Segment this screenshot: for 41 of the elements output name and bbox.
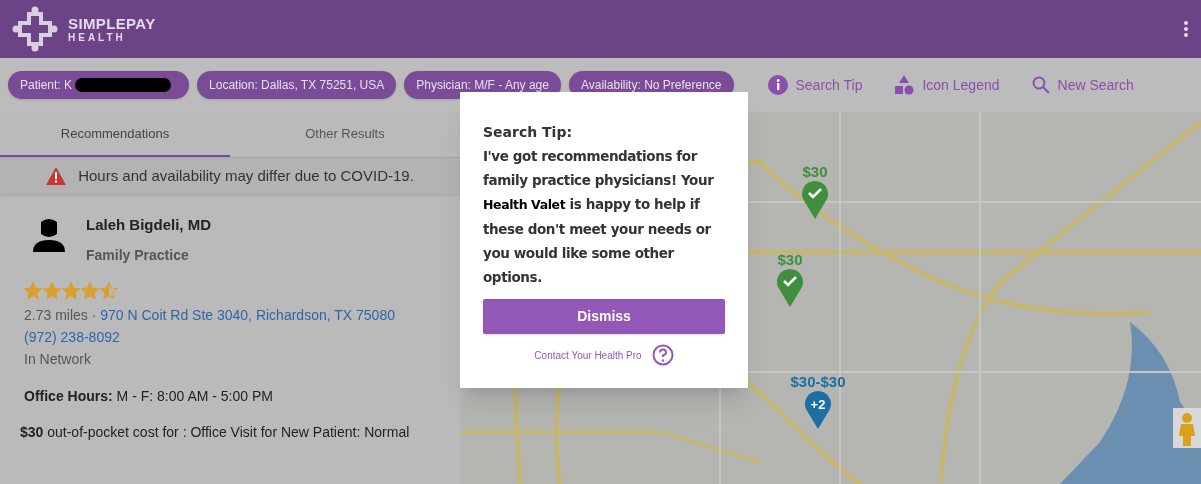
filter-chip[interactable]: Location: Dallas, TX 75251, USA	[197, 71, 397, 99]
price-label: $30	[802, 164, 828, 179]
check-pin-icon[interactable]	[801, 179, 829, 219]
star-icon	[43, 281, 61, 300]
toolbar-link[interactable]: Icon Legend	[886, 74, 1008, 96]
search-icon	[1031, 76, 1050, 94]
warning-icon	[46, 167, 67, 185]
notice-text: Hours and availability may differ due to COVID-19.	[78, 165, 414, 186]
distance-text: 2.73 miles ·	[24, 306, 98, 323]
network-status: In Network	[24, 349, 92, 369]
phone-link[interactable]: (972) 238-8092	[24, 325, 120, 348]
provider-specialty: Family Practice	[86, 245, 190, 265]
dismiss-button[interactable]: Dismiss	[483, 299, 725, 334]
menu-icon[interactable]	[1183, 20, 1189, 38]
star-icon	[81, 281, 99, 300]
contact-link[interactable]: Contact Your Health Pro	[534, 347, 642, 363]
filter-chip[interactable]: Patient: K	[8, 71, 190, 99]
star-icon	[24, 281, 42, 300]
toolbar-link[interactable]: New Search	[1023, 74, 1142, 96]
provider-name[interactable]: Laleh Bigdeli, MD	[86, 214, 211, 237]
check-pin-icon[interactable]	[776, 267, 804, 307]
logo-subtitle: HEALTH	[68, 32, 127, 43]
shapes-icon	[894, 75, 915, 95]
dialog-title: Search Tip:	[483, 123, 574, 142]
info-icon	[767, 75, 788, 95]
result-tab[interactable]: Other Results	[230, 112, 460, 157]
logo-icon	[12, 6, 58, 52]
cluster-pin-icon[interactable]	[804, 389, 832, 429]
person-icon	[32, 218, 66, 252]
dialog-message: I've got recommendations for family practice physicians! Your Health Valet is happy to help if these don't meet your needs or you would like some other options.	[483, 147, 715, 287]
cost-text: $30 out-of-pocket cost for : Office Visit for New Patient: Normal	[20, 422, 411, 442]
cluster-count: +2	[809, 396, 827, 414]
toolbar-link[interactable]: Search Tip	[759, 74, 871, 96]
price-label: $30	[777, 252, 803, 267]
price-label: $30-$30	[790, 374, 846, 389]
star-icon	[62, 281, 80, 300]
help-icon[interactable]	[651, 344, 674, 366]
office-hours-text: Office Hours: M - F: 8:00 AM - 5:00 PM	[24, 386, 274, 406]
star-icon	[100, 281, 118, 300]
address-link[interactable]: 970 N Coit Rd Ste 3040, Richardson, TX 75080	[100, 306, 395, 323]
logo-title: SIMPLEPAY	[68, 15, 156, 31]
